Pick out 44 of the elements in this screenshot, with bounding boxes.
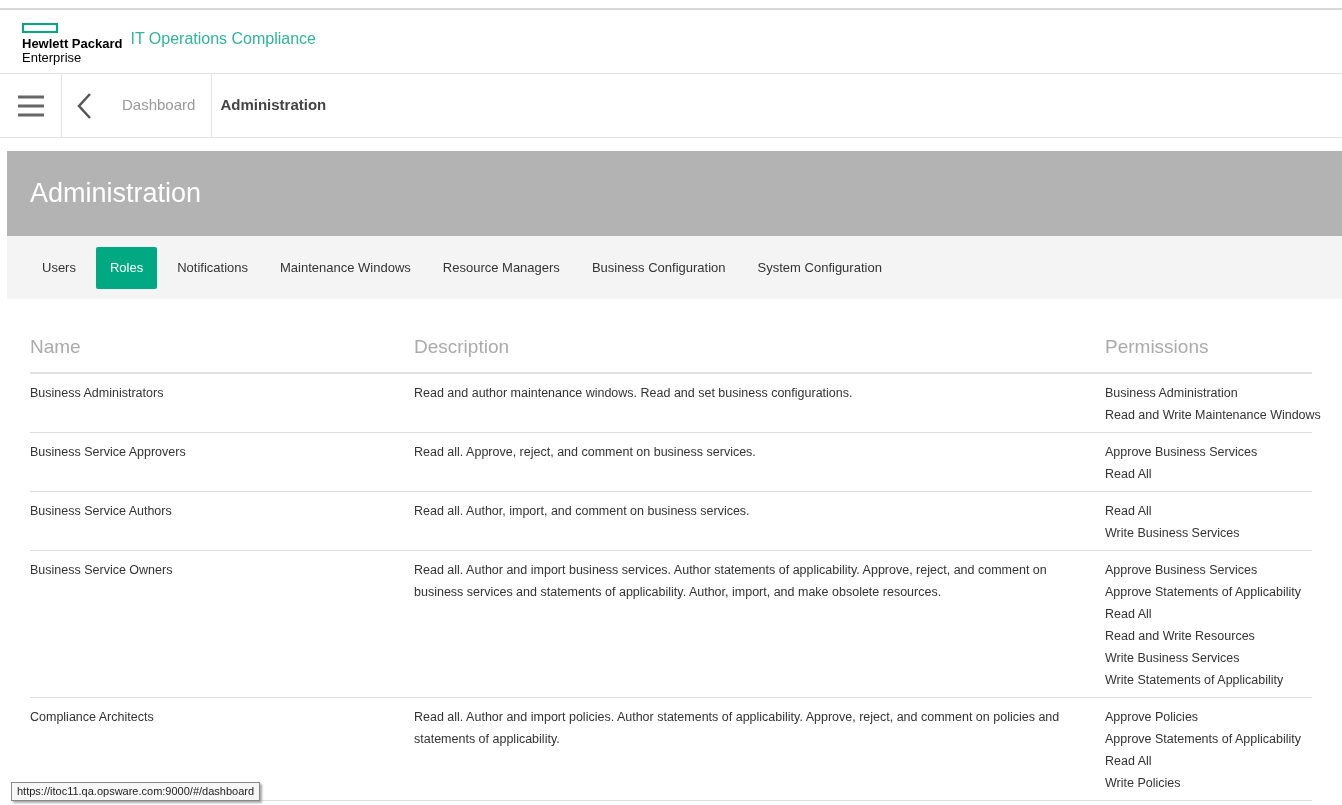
table-cell-text: Read and author maintenance windows. Read and set business configurations. xyxy=(414,384,854,402)
table-cell-text: Read all. Author, import, and comment on business services. xyxy=(414,502,751,520)
table-cell-text: Business Service Approvers xyxy=(30,443,187,461)
permission-item: Write Business Services xyxy=(1105,649,1241,667)
product-title: IT Operations Compliance xyxy=(130,29,316,49)
column-header: Name xyxy=(30,335,82,359)
breadcrumb-link[interactable]: Administration xyxy=(212,74,335,137)
permission-item: Write Policies xyxy=(1105,774,1182,792)
table-cell-text: Business Service Authors xyxy=(30,502,173,520)
logo-icon xyxy=(22,23,58,33)
brand-name: Hewlett Packard xyxy=(22,37,123,51)
permission-item: Read All xyxy=(1105,605,1153,623)
tab[interactable]: Notifications xyxy=(165,246,260,289)
table-cell-text: Read all. Approve, reject, and comment on business services. xyxy=(414,443,757,461)
permission-item: Approve Business Services xyxy=(1105,561,1259,579)
permission-item: Write Statements of Applicability xyxy=(1105,671,1285,689)
table-cell-text: Read all. Author and import policies. Author statements of applicability. Approve, reject, and comment on policies and statements of applicability. xyxy=(414,708,1061,748)
permission-item: Read All xyxy=(1105,502,1153,520)
column-header: Description xyxy=(414,335,511,359)
tab[interactable]: Maintenance Windows xyxy=(268,246,423,289)
brand-name: Enterprise xyxy=(22,51,83,65)
tab[interactable]: Users xyxy=(30,246,88,289)
permission-item: Approve Business Services xyxy=(1105,443,1259,461)
page-title: Administration xyxy=(30,177,202,211)
table-cell-text: Business Administrators xyxy=(30,384,165,402)
back-icon xyxy=(76,91,92,120)
table-cell-text: Compliance Architects xyxy=(30,708,155,726)
tab[interactable]: Business Configuration xyxy=(579,246,738,289)
column-header: Permissions xyxy=(1105,335,1210,359)
permission-item: Read and Write Maintenance Windows xyxy=(1105,406,1321,424)
permission-item: Approve Statements of Applicability xyxy=(1105,730,1302,748)
permission-item: Read All xyxy=(1105,752,1153,770)
permission-item: Read and Write Resources xyxy=(1105,627,1256,645)
status-tooltip: https://itoc11.qa.opsware.com:9000/#/dashboard xyxy=(11,782,261,801)
tab[interactable]: Resource Managers xyxy=(430,246,572,289)
permission-item: Read All xyxy=(1105,465,1153,483)
permission-item: Approve Policies xyxy=(1105,708,1200,726)
menu-icon xyxy=(16,93,45,118)
permission-item: Business Administration xyxy=(1105,384,1239,402)
table-cell-text: Business Service Owners xyxy=(30,561,174,579)
tab[interactable]: System Configuration xyxy=(745,246,894,289)
permission-item: Write Business Services xyxy=(1105,524,1241,542)
table-cell-text: Read all. Author and import business services. Author statements of applicability. Approve, reject, and comment on business services and statements of applicability. Author, import, and make obsolete resources. xyxy=(414,561,1048,601)
permission-item: Approve Statements of Applicability xyxy=(1105,583,1302,601)
